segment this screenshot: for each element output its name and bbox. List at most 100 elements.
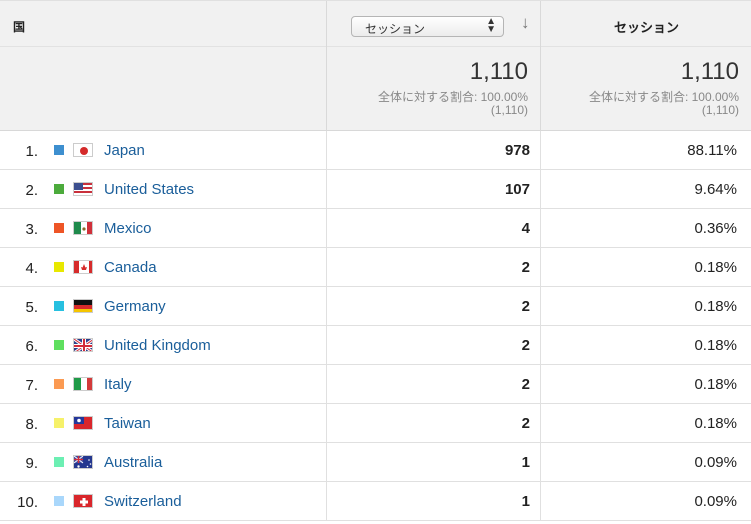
table-row: 4. Canada 2 0.18% [0, 248, 751, 287]
country-cell: 5. Germany [0, 287, 326, 326]
country-cell: 9. Australia [0, 443, 326, 482]
sessions-cell: 107 [326, 170, 540, 209]
percent-value: 9.64% [694, 181, 737, 198]
percent-value: 0.09% [694, 493, 737, 510]
italy-flag-icon [73, 377, 93, 391]
country-cell: 6. United Kingdom [0, 326, 326, 365]
percent-cell: 0.18% [540, 248, 751, 287]
sessions-summary-cell: 1,110 全体に対する割合: 100.00% (1,110) [326, 47, 540, 131]
sessions-value: 4 [521, 220, 530, 237]
country-cell: 7. Italy [0, 365, 326, 404]
share-header-cell: セッション [540, 1, 751, 47]
percent-value: 0.18% [694, 415, 737, 432]
percent-value: 0.18% [694, 376, 737, 393]
percent-cell: 9.64% [540, 170, 751, 209]
sessions-cell: 2 [326, 287, 540, 326]
table-row: 6. United Kingdom 2 0.18% [0, 326, 751, 365]
metric-select-value: セッション [365, 22, 426, 36]
country-link[interactable]: Taiwan [104, 415, 151, 432]
series-color-swatch [54, 184, 64, 194]
country-link[interactable]: Germany [104, 298, 166, 315]
select-updown-icon: ▲ ▼ [486, 16, 496, 35]
mexico-flag-icon [73, 221, 93, 235]
series-color-swatch [54, 262, 64, 272]
percent-value: 0.18% [694, 259, 737, 276]
sessions-value: 1 [521, 493, 530, 510]
japan-flag-icon [73, 143, 93, 157]
percent-cell: 0.18% [540, 365, 751, 404]
country-link[interactable]: Switzerland [104, 493, 182, 510]
table-row: 10. Switzerland 1 0.09% [0, 482, 751, 521]
sessions-value: 1 [521, 454, 530, 471]
country-link[interactable]: United States [104, 181, 194, 198]
sessions-cell: 1 [326, 482, 540, 521]
table-row: 5. Germany 2 0.18% [0, 287, 751, 326]
sessions-value: 107 [504, 181, 530, 198]
country-cell: 1. Japan [0, 131, 326, 170]
share-total: 1,110 [680, 58, 739, 85]
row-index: 8. [25, 416, 38, 433]
sessions-cell: 2 [326, 248, 540, 287]
summary-empty-cell [0, 47, 326, 131]
series-color-swatch [54, 418, 64, 428]
country-link[interactable]: Mexico [104, 220, 152, 237]
country-cell: 10. Switzerland [0, 482, 326, 521]
metric-select[interactable]: セッション ▲ ▼ [351, 16, 504, 37]
share-header-label: セッション [613, 20, 679, 35]
country-cell: 8. Taiwan [0, 404, 326, 443]
sessions-cell: 2 [326, 365, 540, 404]
percent-cell: 0.18% [540, 326, 751, 365]
sessions-value: 2 [521, 415, 530, 432]
percent-cell: 0.18% [540, 404, 751, 443]
sessions-cell: 2 [326, 404, 540, 443]
sessions-value: 2 [521, 337, 530, 354]
table-row: 2. United States 107 9.64% [0, 170, 751, 209]
percent-cell: 0.09% [540, 482, 751, 521]
sessions-value: 978 [504, 142, 530, 159]
percent-value: 88.11% [687, 142, 737, 159]
sort-descending-icon[interactable]: ↓ [521, 13, 530, 33]
country-cell: 2. United States [0, 170, 326, 209]
table-row: 9. Australia 1 0.09% [0, 443, 751, 482]
table-row: 7. Italy 2 0.18% [0, 365, 751, 404]
country-cell: 4. Canada [0, 248, 326, 287]
percent-value: 0.18% [694, 298, 737, 315]
table-header-row: 国 セッション ▲ ▼ ↓ セッション [0, 1, 751, 47]
sessions-cell: 1 [326, 443, 540, 482]
sessions-total-abs: (1,110) [490, 103, 528, 117]
country-link[interactable]: Canada [104, 259, 157, 276]
row-index: 6. [25, 338, 38, 355]
switzerland-flag-icon [73, 494, 93, 508]
series-color-swatch [54, 145, 64, 155]
percent-value: 0.18% [694, 337, 737, 354]
sessions-total: 1,110 [469, 58, 528, 85]
uk-flag-icon [73, 338, 93, 352]
percent-value: 0.09% [694, 454, 737, 471]
share-total-abs: (1,110) [701, 103, 739, 117]
sessions-cell: 4 [326, 209, 540, 248]
dimension-header-label: 国 [13, 20, 26, 34]
table-row: 1. Japan 978 88.11% [0, 131, 751, 170]
country-sessions-table: 国 セッション ▲ ▼ ↓ セッション 1,110 全体に対する割合: 100.0… [0, 0, 751, 521]
row-index: 10. [17, 494, 38, 511]
table-row: 8. Taiwan 2 0.18% [0, 404, 751, 443]
country-link[interactable]: Italy [104, 376, 132, 393]
summary-row: 1,110 全体に対する割合: 100.00% (1,110) 1,110 全体… [0, 47, 751, 131]
country-link[interactable]: United Kingdom [104, 337, 211, 354]
country-link[interactable]: Japan [104, 142, 145, 159]
row-index: 5. [25, 299, 38, 316]
percent-value: 0.36% [694, 220, 737, 237]
metric-header-cell: セッション ▲ ▼ ↓ [326, 1, 540, 47]
share-summary-cell: 1,110 全体に対する割合: 100.00% (1,110) [540, 47, 751, 131]
sessions-cell: 978 [326, 131, 540, 170]
country-link[interactable]: Australia [104, 454, 162, 471]
row-index: 7. [25, 377, 38, 394]
canada-flag-icon [73, 260, 93, 274]
series-color-swatch [54, 379, 64, 389]
sessions-value: 2 [521, 259, 530, 276]
percent-cell: 0.36% [540, 209, 751, 248]
percent-cell: 0.09% [540, 443, 751, 482]
table-row: 3. Mexico 4 0.36% [0, 209, 751, 248]
row-index: 2. [25, 182, 38, 199]
percent-cell: 88.11% [540, 131, 751, 170]
